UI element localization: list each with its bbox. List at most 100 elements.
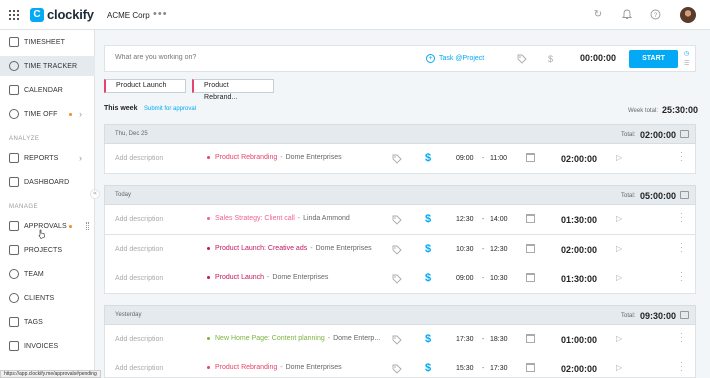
end-time[interactable]: 18:30 (490, 336, 508, 343)
submit-for-approval-link[interactable]: Submit for approval (144, 106, 196, 112)
entry-project[interactable]: Sales Strategy: Client call - Linda Ammo… (207, 215, 350, 222)
play-icon[interactable]: ▷ (616, 244, 622, 253)
manual-mode-icon[interactable]: ☰ (684, 59, 689, 69)
end-time[interactable]: 11:00 (490, 155, 507, 162)
time-entry-row: Add description Product Launch: Creative… (104, 235, 696, 265)
tag-icon[interactable] (392, 335, 402, 347)
billable-dollar-icon[interactable]: $ (425, 243, 431, 255)
tag-icon[interactable] (517, 54, 527, 66)
logo[interactable]: C clockify (30, 7, 94, 22)
description-input[interactable] (115, 54, 415, 61)
start-button[interactable]: START (629, 50, 678, 68)
entry-description[interactable]: Add description (115, 365, 163, 372)
sidebar-item-calendar[interactable]: CALENDAR (0, 80, 95, 100)
timer-mode-toggle[interactable]: ◷ ☰ (684, 49, 689, 69)
copy-icon[interactable] (680, 191, 689, 199)
more-vertical-icon[interactable]: · · · (680, 210, 683, 226)
entry-project[interactable]: Product Launch: Creative ads - Dome Ente… (207, 245, 372, 252)
user-avatar[interactable] (680, 7, 696, 23)
more-vertical-icon[interactable]: · · · (680, 240, 683, 256)
calendar-icon[interactable] (526, 363, 535, 372)
sidebar-item-timesheet[interactable]: TIMESHEET (0, 32, 95, 52)
end-time[interactable]: 12:30 (490, 246, 508, 253)
sidebar-item-clients[interactable]: CLIENTS (0, 288, 95, 308)
entry-duration[interactable]: 02:00:00 (561, 364, 597, 374)
sidebar-item-approvals[interactable]: APPROVALS (0, 216, 95, 236)
entry-duration[interactable]: 01:00:00 (561, 335, 597, 345)
calendar-icon[interactable] (526, 334, 535, 343)
play-icon[interactable]: ▷ (616, 153, 622, 162)
billable-dollar-icon[interactable]: $ (548, 54, 553, 64)
play-icon[interactable]: ▷ (616, 334, 622, 343)
billable-dollar-icon[interactable]: $ (425, 362, 431, 374)
sidebar-item-tags[interactable]: TAGS (0, 312, 95, 332)
entry-duration[interactable]: 01:30:00 (561, 274, 597, 284)
help-icon[interactable]: ? (649, 9, 661, 21)
sidebar-item-team[interactable]: TEAM (0, 264, 95, 284)
start-time[interactable]: 15:30 (456, 365, 474, 372)
more-vertical-icon[interactable]: · · · (680, 269, 683, 285)
calendar-icon (9, 85, 19, 95)
entry-description[interactable]: Add description (115, 336, 163, 343)
entry-description[interactable]: Add description (115, 216, 163, 223)
sidebar-item-time-tracker[interactable]: TIME TRACKER (0, 56, 95, 76)
sidebar-item-dashboard[interactable]: DASHBOARD (0, 172, 95, 192)
end-time[interactable]: 17:30 (490, 365, 508, 372)
task-project-selector[interactable]: + Task @Project (426, 54, 484, 63)
start-time[interactable]: 12:30 (456, 216, 474, 223)
start-time[interactable]: 10:30 (456, 246, 474, 253)
drag-handle-icon[interactable] (86, 222, 89, 230)
entry-duration[interactable]: 02:00:00 (561, 154, 597, 164)
calendar-icon[interactable] (526, 244, 535, 253)
billable-dollar-icon[interactable]: $ (425, 213, 431, 225)
sidebar-item-time-off[interactable]: TIME OFF › (0, 104, 95, 124)
billable-dollar-icon[interactable]: $ (425, 333, 431, 345)
workspace-name[interactable]: ACME Corp (107, 11, 150, 20)
entry-duration[interactable]: 01:30:00 (561, 215, 597, 225)
end-time[interactable]: 14:00 (490, 216, 508, 223)
end-time[interactable]: 10:30 (490, 275, 508, 282)
entry-project[interactable]: Product Rebranding - Dome Enterprises (207, 364, 342, 371)
more-vertical-icon[interactable]: · · · (680, 149, 683, 165)
billable-dollar-icon[interactable]: $ (425, 152, 431, 164)
tag-icon[interactable] (392, 215, 402, 227)
tag-icon[interactable] (392, 364, 402, 376)
more-vertical-icon[interactable]: · · · (680, 359, 683, 375)
calendar-icon[interactable] (526, 273, 535, 282)
more-vertical-icon[interactable]: · · · (680, 330, 683, 346)
entry-duration[interactable]: 02:00:00 (561, 245, 597, 255)
copy-icon[interactable] (680, 311, 689, 319)
billable-dollar-icon[interactable]: $ (425, 272, 431, 284)
sidebar-item-projects[interactable]: PROJECTS (0, 240, 95, 260)
bell-icon[interactable] (621, 9, 633, 21)
workspace-more-icon[interactable]: ••• (153, 8, 168, 20)
client-name: Dome Enterprises (285, 364, 342, 371)
entry-description[interactable]: Add description (115, 155, 163, 162)
play-icon[interactable]: ▷ (616, 214, 622, 223)
calendar-icon[interactable] (526, 214, 535, 223)
copy-icon[interactable] (680, 130, 689, 138)
entry-project[interactable]: Product Launch - Dome Enterprises (207, 274, 328, 281)
entry-project[interactable]: New Home Page: Content planning - Dome E… (207, 335, 380, 342)
entry-description[interactable]: Add description (115, 246, 163, 253)
sidebar-item-invoices[interactable]: INVOICES (0, 336, 95, 356)
start-time[interactable]: 09:00 (456, 275, 474, 282)
play-icon[interactable]: ▷ (616, 363, 622, 372)
start-time[interactable]: 17:30 (456, 336, 474, 343)
clock-mode-icon[interactable]: ◷ (684, 49, 689, 59)
play-icon[interactable]: ▷ (616, 273, 622, 282)
favorite-chip[interactable]: Product Rebrand... (192, 79, 274, 101)
refresh-icon[interactable]: ↻ (592, 9, 604, 21)
sidebar-item-reports[interactable]: REPORTS › (0, 148, 95, 168)
tag-icon[interactable] (392, 245, 402, 257)
favorite-chip[interactable]: Product Launch (104, 79, 186, 93)
tag-icon[interactable] (392, 274, 402, 286)
tag-icon[interactable] (392, 154, 402, 166)
entry-project[interactable]: Product Rebranding - Dome Enterprises (207, 154, 342, 161)
entry-description[interactable]: Add description (115, 275, 163, 282)
collapse-sidebar-button[interactable]: « (90, 189, 100, 199)
day-total-label: Total: (621, 193, 636, 199)
calendar-icon[interactable] (526, 153, 535, 162)
apps-grid-icon[interactable] (9, 10, 19, 20)
start-time[interactable]: 09:00 (456, 155, 474, 162)
